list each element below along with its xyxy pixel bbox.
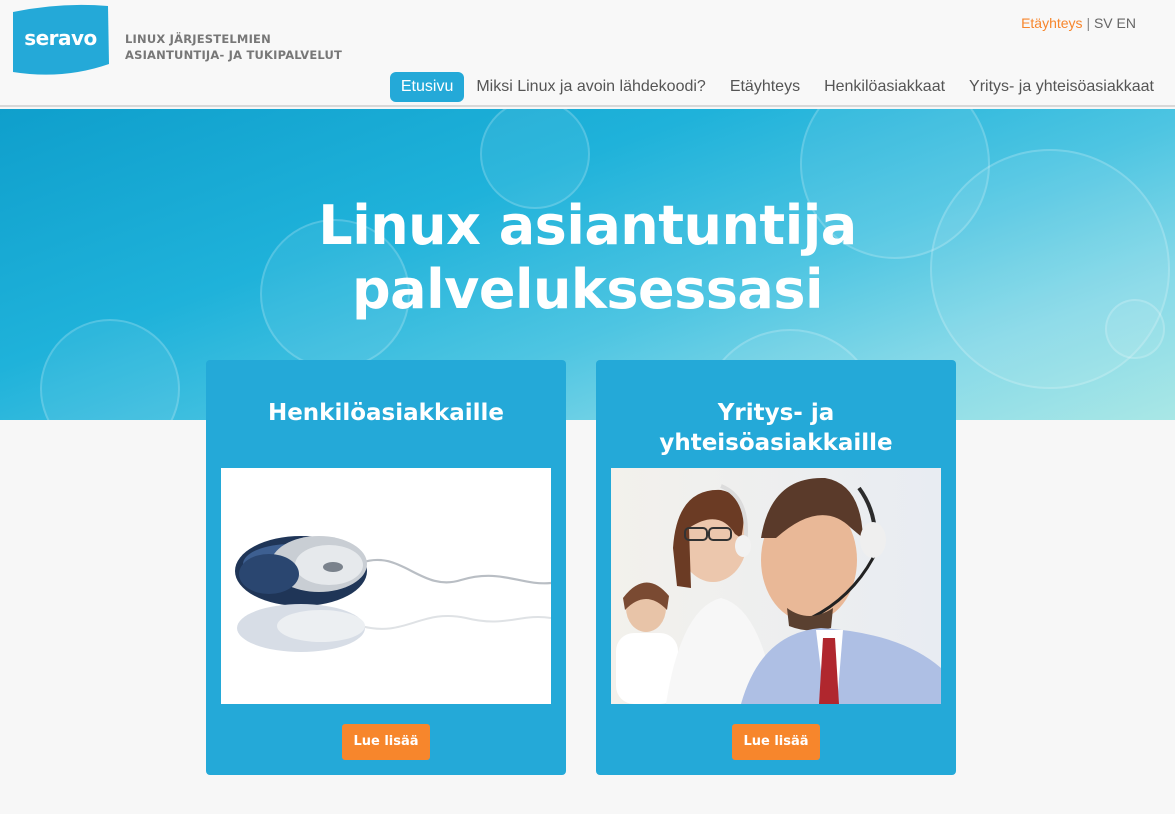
lang-sv-link[interactable]: SV [1094, 15, 1113, 31]
nav-item-why-linux[interactable]: Miksi Linux ja avoin lähdekoodi? [464, 72, 717, 102]
support-agents-image [611, 468, 941, 704]
logo-text: seravo [24, 26, 97, 50]
remote-connection-link[interactable]: Etäyhteys [1021, 15, 1082, 31]
hero-banner: Linux asiantuntija palveluksessasi [0, 109, 1175, 420]
read-more-button[interactable]: Lue lisää [342, 724, 430, 760]
hero-title: Linux asiantuntija palveluksessasi [0, 194, 1175, 322]
top-links: Etäyhteys | SV EN [1021, 15, 1136, 31]
separator: | [1086, 15, 1091, 31]
card-personal-customers: Henkilöasiakkaille Lue lisää [206, 360, 566, 775]
bokeh-decoration [40, 319, 180, 420]
seravo-logo[interactable]: seravo [11, 4, 110, 76]
nav-item-business-customers[interactable]: Yritys- ja yhteisöasiakkaat [957, 72, 1166, 102]
site-header: seravo LINUX JÄRJESTELMIEN ASIANTUNTIJA-… [0, 0, 1175, 107]
lang-en-link[interactable]: EN [1117, 15, 1136, 31]
nav-item-remote-connection[interactable]: Etäyhteys [718, 72, 812, 102]
card-business-customers: Yritys- ja yhteisöasiakkaille Lue lisää [596, 360, 956, 775]
nav-item-home[interactable]: Etusivu [389, 72, 465, 102]
read-more-button[interactable]: Lue lisää [732, 724, 820, 760]
card-title: Yritys- ja yhteisöasiakkaille [659, 400, 893, 456]
hero-title-line2: palveluksessasi [352, 258, 823, 321]
tagline-line1: LINUX JÄRJESTELMIEN [125, 32, 271, 46]
card-title: Henkilöasiakkaille [267, 400, 505, 426]
main-nav: Etusivu Miksi Linux ja avoin lähdekoodi?… [389, 72, 1166, 102]
tagline: LINUX JÄRJESTELMIEN ASIANTUNTIJA- JA TUK… [125, 31, 342, 63]
nav-item-personal-customers[interactable]: Henkilöasiakkaat [812, 72, 957, 102]
hero-title-line1: Linux asiantuntija [318, 194, 857, 257]
computer-mouse-image [221, 468, 551, 704]
tagline-line2: ASIANTUNTIJA- JA TUKIPALVELUT [125, 48, 343, 62]
